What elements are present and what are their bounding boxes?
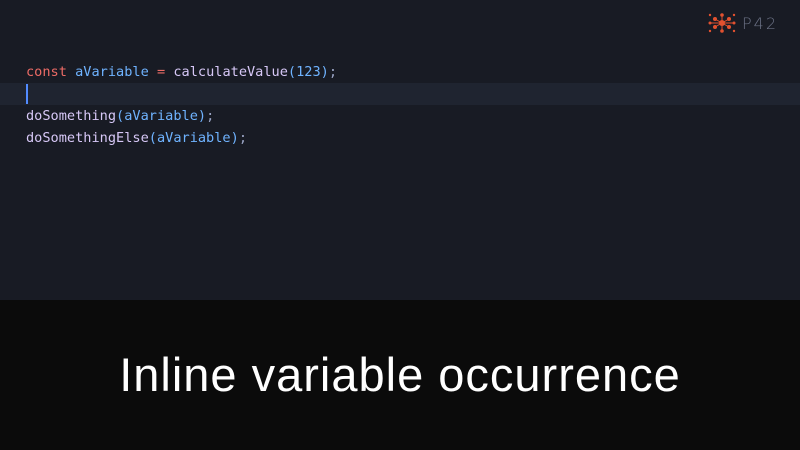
code-token: ( [148, 130, 157, 146]
code-token: ) [197, 108, 207, 124]
p42-logo: P42 [706, 8, 792, 38]
code-token: ; [238, 130, 247, 146]
caption-bar: Inline variable occurrence [0, 300, 800, 450]
logo-text: P42 [742, 13, 779, 33]
text-cursor [26, 84, 28, 104]
code-token: aVariable [156, 130, 231, 146]
code-line[interactable]: const aVariable = calculateValue(123); [26, 61, 337, 83]
code-token: doSomething [26, 108, 117, 124]
code-token: ) [230, 130, 239, 146]
code-area[interactable]: const aVariable = calculateValue(123); do… [0, 61, 800, 149]
code-token: aVariable [124, 108, 198, 124]
code-token: calculateValue [173, 64, 288, 80]
code-token: 123 [296, 64, 321, 80]
code-token: ; [206, 108, 215, 124]
code-token: doSomethingElse [26, 130, 149, 146]
code-editor[interactable]: const aVariable = calculateValue(123); do… [0, 0, 800, 300]
code-token: = [156, 64, 166, 80]
code-token: ) [320, 64, 329, 80]
code-line[interactable]: doSomethingElse(aVariable); [26, 127, 337, 149]
code-line[interactable]: doSomething(aVariable); [26, 105, 337, 127]
code-token: ; [328, 64, 338, 80]
code-line[interactable] [0, 83, 800, 105]
code-token: aVariable [75, 64, 149, 80]
p42-logo-icon [708, 13, 736, 33]
caption-title: Inline variable occurrence [119, 347, 681, 401]
code-token: ( [116, 108, 125, 124]
code-token: ( [287, 64, 297, 80]
code-token: const [26, 64, 67, 80]
